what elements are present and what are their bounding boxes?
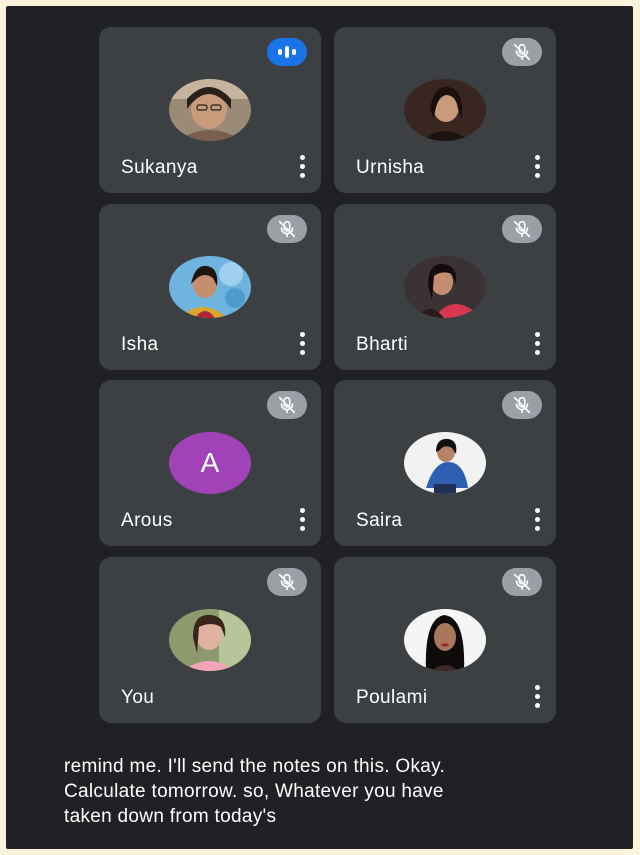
participant-name: Urnisha (356, 157, 425, 178)
mic-off-icon (267, 391, 307, 419)
avatar (404, 79, 486, 141)
participant-name: Sukanya (121, 157, 198, 178)
caption-line: taken down from today's (64, 806, 277, 827)
more-options-icon[interactable] (295, 152, 309, 180)
participant-tile-arous[interactable]: A Arous (99, 380, 321, 546)
meeting-screen: Sukanya Urnisha Isha Bharti A Arous Sair… (6, 6, 633, 849)
participant-tile-urnisha[interactable]: Urnisha (334, 27, 556, 193)
avatar (169, 609, 251, 671)
participant-name: Bharti (356, 334, 409, 355)
live-caption: remind me. I'll send the notes on this. … (64, 754, 604, 829)
mic-off-icon (267, 215, 307, 243)
avatar: A (169, 432, 251, 494)
more-options-icon[interactable] (530, 682, 544, 710)
more-options-icon[interactable] (295, 505, 309, 533)
speaking-indicator-icon (267, 38, 307, 66)
participant-tile-you[interactable]: You (99, 557, 321, 723)
mic-off-icon (502, 215, 542, 243)
mic-off-icon (267, 568, 307, 596)
participant-tile-saira[interactable]: Saira (334, 380, 556, 546)
mic-off-icon (502, 38, 542, 66)
avatar (404, 609, 486, 671)
avatar (169, 256, 251, 318)
caption-line: Calculate tomorrow. so, Whatever you hav… (64, 781, 444, 802)
more-options-icon[interactable] (295, 329, 309, 357)
participant-tile-bharti[interactable]: Bharti (334, 204, 556, 370)
participant-name: Isha (121, 334, 159, 355)
mic-off-icon (502, 391, 542, 419)
participant-tile-sukanya[interactable]: Sukanya (99, 27, 321, 193)
participant-name: Arous (121, 510, 173, 531)
more-options-icon[interactable] (530, 152, 544, 180)
more-options-icon[interactable] (530, 505, 544, 533)
participant-name: Saira (356, 510, 403, 531)
participant-name: Poulami (356, 687, 428, 708)
participant-name: You (121, 687, 155, 708)
avatar (169, 79, 251, 141)
avatar (404, 256, 486, 318)
avatar (404, 432, 486, 494)
participant-tile-isha[interactable]: Isha (99, 204, 321, 370)
participant-tile-poulami[interactable]: Poulami (334, 557, 556, 723)
caption-line: remind me. I'll send the notes on this. … (64, 756, 446, 777)
more-options-icon[interactable] (530, 329, 544, 357)
mic-off-icon (502, 568, 542, 596)
